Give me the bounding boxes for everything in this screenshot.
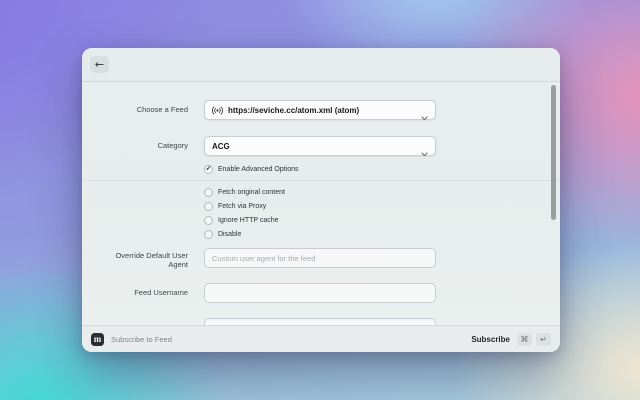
screen: ← Choose a Feed https://seviche.cc/atom.… <box>0 0 640 400</box>
category-select-value: ACG <box>212 141 230 151</box>
feed-select[interactable]: https://seviche.cc/atom.xml (atom) <box>204 100 436 121</box>
window-footer: m Subscribe to Feed Subscribe ⌘ ↵ <box>82 325 560 352</box>
chevron-down-icon <box>421 144 428 162</box>
next-field-partial[interactable] <box>204 318 436 325</box>
ignore-http-cache-checkbox[interactable]: Ignore HTTP cache <box>204 216 279 225</box>
feed-select-label: Choose a Feed <box>136 105 188 114</box>
command-key-icon: ⌘ <box>517 332 532 346</box>
checkbox-label: Ignore HTTP cache <box>218 217 279 224</box>
form-content: Choose a Feed https://seviche.cc/atom.xm… <box>82 82 560 325</box>
checkbox-unchecked <box>204 216 213 225</box>
category-select[interactable]: ACG <box>204 136 436 157</box>
feed-username-field[interactable] <box>204 283 436 303</box>
category-select-label: Category <box>157 141 188 150</box>
checkbox-unchecked <box>204 202 213 211</box>
checkbox-label: Disable <box>218 231 242 238</box>
footer-title: Subscribe to Feed <box>111 334 172 344</box>
checkbox-unchecked <box>204 230 213 239</box>
subscribe-feed-window: ← Choose a Feed https://seviche.cc/atom.… <box>82 48 560 352</box>
checkmark-icon: ✓ <box>205 165 212 173</box>
feed-select-value: https://seviche.cc/atom.xml (atom) <box>228 105 360 115</box>
checkbox-label: Fetch original content <box>218 189 285 196</box>
user-agent-label: Override Default User Agent <box>115 251 188 270</box>
return-key-icon: ↵ <box>536 332 551 346</box>
section-divider <box>82 180 560 181</box>
disable-checkbox[interactable]: Disable <box>204 230 241 239</box>
checkbox-label: Enable Advanced Options <box>218 166 299 173</box>
vertical-scrollbar[interactable] <box>551 85 556 220</box>
user-agent-field[interactable] <box>204 248 436 268</box>
back-arrow-icon: ← <box>94 58 105 71</box>
fetch-via-proxy-checkbox[interactable]: Fetch via Proxy <box>204 202 266 211</box>
fetch-original-content-checkbox[interactable]: Fetch original content <box>204 188 285 197</box>
subscribe-button-label: Subscribe <box>471 334 510 344</box>
feed-signal-icon <box>212 105 223 115</box>
feed-username-label: Feed Username <box>134 288 188 297</box>
back-button[interactable]: ← <box>90 56 109 73</box>
enable-advanced-options-checkbox[interactable]: ✓ Enable Advanced Options <box>204 165 299 174</box>
chevron-down-icon <box>421 108 428 126</box>
checkbox-unchecked <box>204 188 213 197</box>
window-titlebar: ← <box>82 48 560 82</box>
miniflux-logo-icon: m <box>91 332 104 346</box>
checkbox-label: Fetch via Proxy <box>218 203 267 210</box>
subscribe-button[interactable]: Subscribe ⌘ ↵ <box>471 332 551 346</box>
checkbox-checked: ✓ <box>204 165 213 174</box>
